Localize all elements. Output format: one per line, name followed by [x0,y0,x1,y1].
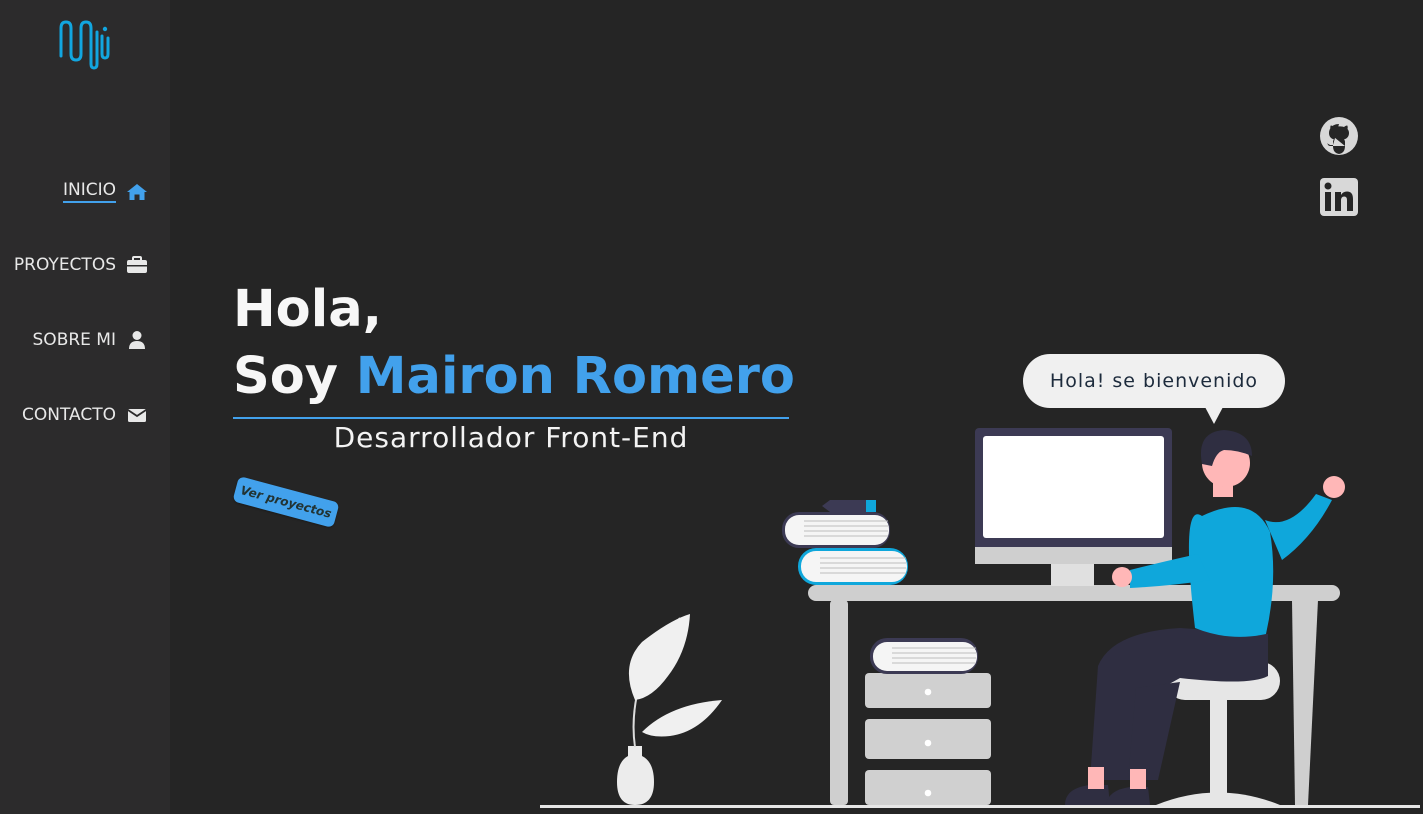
linkedin-icon[interactable] [1319,177,1359,217]
book-stack [782,500,908,585]
hero-heading: Hola, Soy Mairon Romero [233,276,795,410]
speech-bubble: Hola! se bienvenido [1023,354,1285,424]
github-icon[interactable] [1319,116,1359,156]
monitor [975,428,1172,586]
briefcase-icon [127,256,147,273]
hero-intro: Soy [233,347,356,406]
book-on-drawer [870,638,978,674]
nav-label-inicio: INICIO [62,180,116,203]
user-icon [129,331,145,349]
hero-name: Mairon Romero [355,347,795,406]
logo-icon[interactable] [56,18,114,70]
hero-greeting: Hola, [233,280,382,339]
envelope-icon [127,409,147,422]
floor-line [540,805,1420,808]
hero-divider [233,417,789,419]
developer-at-desk-illustration [540,428,1420,808]
nav-item-proyectos[interactable]: PROYECTOS [14,255,148,275]
nav-item-sobre-mi[interactable]: SOBRE MI [33,330,148,350]
plant-icon [617,614,722,805]
ver-proyectos-button[interactable]: Ver proyectos [232,475,340,529]
nav-item-inicio[interactable]: INICIO [62,180,148,203]
nav-label-contacto: CONTACTO [22,405,116,425]
nav-label-proyectos: PROYECTOS [13,255,116,275]
nav-label-sobre-mi: SOBRE MI [32,330,116,350]
nav-item-contacto[interactable]: CONTACTO [22,405,148,425]
drawer-unit [865,673,991,805]
sidebar: INICIO PROYECTOS SOBRE MI CONTACTO [0,0,170,814]
home-icon [127,183,147,200]
hero-name-line: Soy Mairon Romero [233,343,795,410]
